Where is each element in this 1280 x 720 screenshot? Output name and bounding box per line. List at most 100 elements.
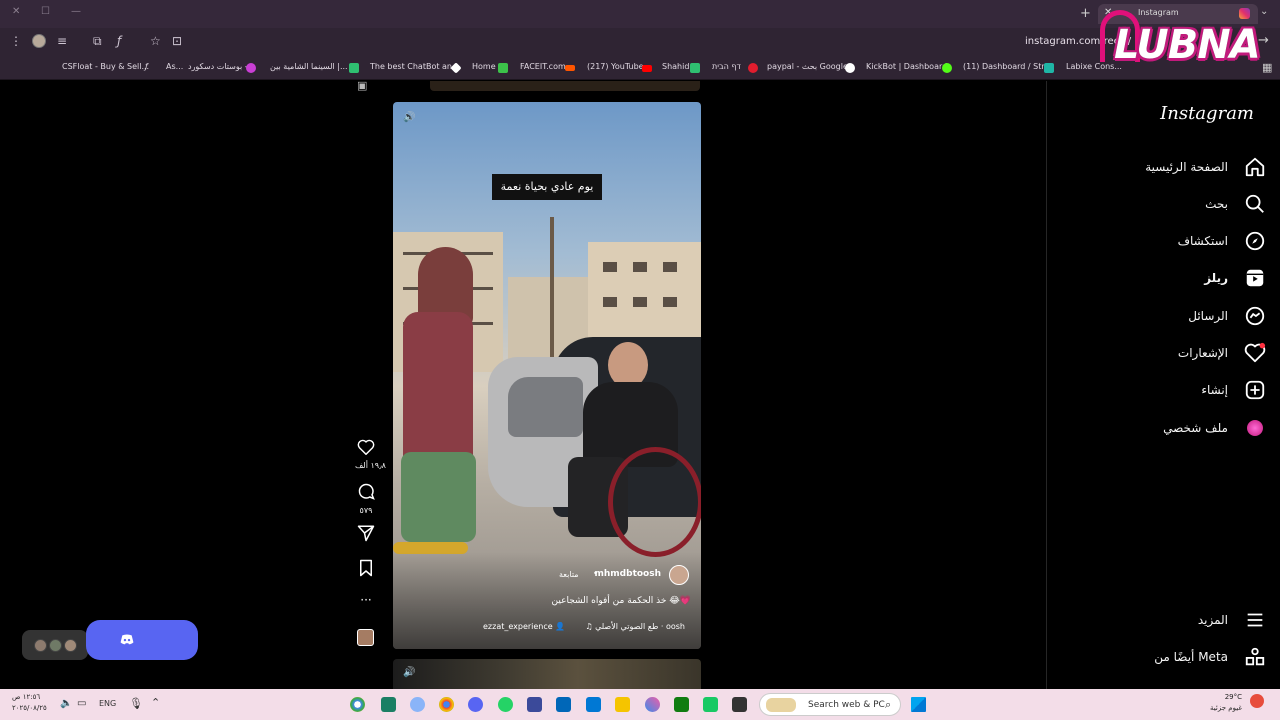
- comment-action[interactable]: ٥٧٩: [355, 482, 377, 515]
- all-bookmarks-icon[interactable]: ▦: [1262, 61, 1272, 74]
- like-action[interactable]: ١٩٫٨ ألف: [355, 439, 386, 470]
- previous-reel-avatar[interactable]: ▣: [357, 81, 367, 92]
- bookmark-favicon-icon: [942, 63, 952, 73]
- bookmark-icon: ƒ: [145, 62, 148, 71]
- sidebar-toggle-icon[interactable]: ≡: [57, 34, 67, 48]
- taskbar-clock[interactable]: ١٢:٥٦ ص ٢٠٢٥/٠٨/٢٥: [12, 692, 47, 714]
- show-hidden-icons-icon[interactable]: ⌃: [151, 696, 160, 709]
- close-window-icon[interactable]: ✕: [12, 6, 20, 17]
- microphone-icon[interactable]: 🎙: [129, 697, 143, 710]
- overlay-caption: يوم عادي بحياة نعمة: [500, 180, 594, 193]
- search-icon: ⌕: [885, 698, 892, 711]
- collaborator-label[interactable]: ezzat_experience 👤: [483, 622, 565, 631]
- bookmark-item[interactable]: (11) Dashboard / Str...: [963, 62, 1052, 71]
- windows-start-icon[interactable]: [911, 697, 926, 712]
- outlook-taskbar-icon[interactable]: [586, 697, 601, 712]
- woman-dress: [401, 452, 476, 542]
- audio-thumbnail[interactable]: [357, 629, 374, 646]
- app-taskbar-icon[interactable]: [703, 697, 718, 712]
- save-action[interactable]: [355, 559, 377, 581]
- xbox-taskbar-icon[interactable]: [674, 697, 689, 712]
- next-reel-preview[interactable]: 🔊: [393, 659, 701, 689]
- minimize-window-icon[interactable]: —: [71, 6, 81, 17]
- app-taskbar-icon[interactable]: [410, 697, 425, 712]
- bookmark-item[interactable]: CSFloat - Buy & Sell...: [62, 62, 149, 71]
- nav-home[interactable]: الصفحة الرئيسية: [1056, 156, 1266, 180]
- bookmark-icon[interactable]: [358, 559, 374, 577]
- nav-profile[interactable]: ملف شخصي: [1056, 417, 1266, 441]
- more-options-icon[interactable]: ···: [355, 593, 377, 607]
- share-action[interactable]: [355, 524, 377, 546]
- nav-reels[interactable]: ريلز: [1056, 267, 1266, 291]
- nav-messages[interactable]: الرسائل: [1056, 305, 1266, 329]
- follow-button[interactable]: متابعة: [559, 570, 579, 579]
- nav-search[interactable]: بحث: [1056, 193, 1266, 217]
- nav-more[interactable]: المزيد: [1056, 609, 1266, 633]
- profile-avatar[interactable]: [32, 34, 46, 48]
- bookmark-item[interactable]: As...: [166, 62, 183, 71]
- nav-also-from-meta[interactable]: أيضًا من Meta: [1056, 646, 1266, 670]
- bookmark-item[interactable]: paypal - بحث Google: [767, 62, 848, 71]
- nav-explore[interactable]: استكشاف: [1056, 230, 1266, 254]
- instagram-reels-page: ▣ 🔊 يوم عادي بحياة نعمة mhmdbtoosh • متا…: [0, 81, 1280, 689]
- bookmark-item[interactable]: بوستات دسكورد -: [188, 62, 248, 71]
- windows-taskbar: ١٢:٥٦ ص ٢٠٢٥/٠٨/٢٥ 🔈 ▭ ENG 🎙 ⌃ Search we…: [0, 689, 1280, 720]
- discord-overlay-button[interactable]: [86, 620, 198, 660]
- app-taskbar-icon[interactable]: [527, 697, 542, 712]
- whatsapp-taskbar-icon[interactable]: [498, 697, 513, 712]
- audio-label[interactable]: ♫ طع الصوتي الأصلي · oosh: [585, 622, 685, 631]
- terminal-taskbar-icon[interactable]: [732, 697, 747, 712]
- taskbar-search-box[interactable]: Search web & PC ⌕: [759, 693, 901, 716]
- bookmark-item[interactable]: KickBot | Dashboard: [866, 62, 947, 71]
- nav-reels-label: ريلز: [1204, 271, 1228, 285]
- heart-icon[interactable]: [357, 439, 375, 456]
- input-language[interactable]: ENG: [99, 699, 116, 708]
- browser-menu-icon[interactable]: ⋮: [10, 34, 22, 48]
- next-reel-sound-icon[interactable]: 🔊: [403, 667, 415, 678]
- comment-icon[interactable]: [357, 482, 375, 500]
- bookmark-item[interactable]: The best ChatBot an...: [370, 62, 460, 71]
- previous-reel-edge[interactable]: [430, 81, 700, 91]
- bookmark-item[interactable]: דף הבית: [712, 62, 741, 71]
- tab-search-icon[interactable]: ⌄: [1260, 6, 1268, 17]
- bookmark-item[interactable]: FACEIT.com: [520, 62, 566, 71]
- nav-notifications[interactable]: الإشعارات: [1056, 342, 1266, 366]
- app-taskbar-icon[interactable]: [381, 697, 396, 712]
- discord-taskbar-icon[interactable]: [468, 697, 483, 712]
- author-username[interactable]: mhmdbtoosh: [595, 569, 661, 579]
- bookmark-item[interactable]: (217) YouTube: [587, 62, 644, 71]
- voice-user-avatar: [49, 639, 62, 652]
- network-icon[interactable]: ▭: [77, 698, 86, 709]
- nav-create[interactable]: إنشاء: [1056, 379, 1266, 403]
- temperature: 29°C: [1224, 693, 1242, 701]
- new-tab-button[interactable]: +: [1080, 6, 1091, 21]
- chrome-taskbar-icon[interactable]: [439, 697, 454, 712]
- reel-caption[interactable]: خذ الحكمة من أفواه الشجاعين 😂💗: [552, 596, 691, 606]
- separator-dot: •: [593, 569, 598, 578]
- meta-apps-icon: [1245, 647, 1265, 666]
- store-taskbar-icon[interactable]: [556, 697, 571, 712]
- maximize-window-icon[interactable]: ☐: [41, 6, 50, 17]
- chrome-taskbar-icon[interactable]: [350, 697, 365, 712]
- app-taskbar-icon[interactable]: [645, 697, 660, 712]
- install-app-icon[interactable]: ⊡: [172, 34, 182, 48]
- extensions-icon[interactable]: ⧉: [93, 34, 102, 49]
- discord-voice-users[interactable]: [22, 630, 88, 660]
- weather-widget[interactable]: 29°C غيوم جزئية: [1200, 692, 1242, 714]
- browser-toolbar: ⋮ ≡ ⧉ ƒ ☆ ⊡ instagram.com/reels/ →: [0, 28, 1280, 56]
- search-icon: [1245, 194, 1264, 213]
- share-icon[interactable]: [357, 524, 375, 542]
- file-explorer-taskbar-icon[interactable]: [615, 697, 630, 712]
- bookmarks-bar: CSFloat - Buy & Sell... ƒ As... بوستات د…: [0, 56, 1280, 80]
- volume-icon[interactable]: 🔈: [60, 698, 72, 709]
- weather-icon: [1250, 694, 1264, 708]
- bookmark-item[interactable]: Home: [472, 62, 496, 71]
- mute-toggle-icon[interactable]: 🔊: [403, 112, 419, 128]
- extension-icon[interactable]: ƒ: [117, 34, 121, 48]
- instagram-logo[interactable]: Instagram: [1160, 103, 1254, 124]
- reel-video[interactable]: 🔊 يوم عادي بحياة نعمة mhmdbtoosh • متابع…: [393, 102, 701, 649]
- bookmark-item[interactable]: السينما الشامية بين |...: [270, 62, 348, 71]
- bookmark-item[interactable]: Shahid: [662, 62, 689, 71]
- bookmark-star-icon[interactable]: ☆: [150, 34, 161, 48]
- author-avatar[interactable]: [669, 565, 689, 585]
